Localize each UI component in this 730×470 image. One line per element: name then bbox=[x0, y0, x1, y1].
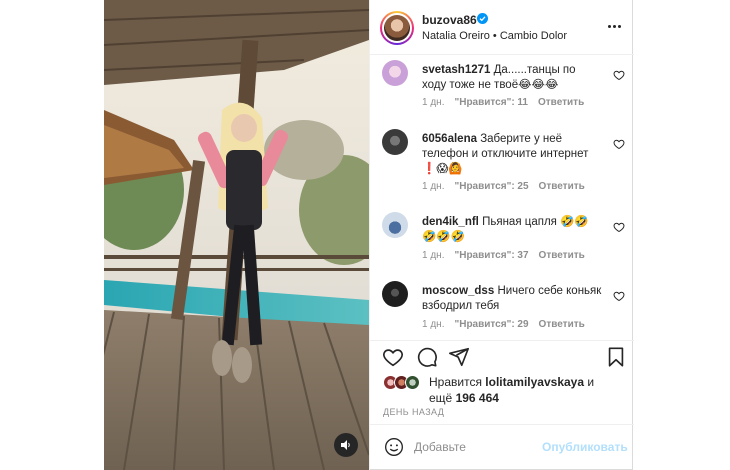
comment-age: 1 дн. bbox=[422, 97, 445, 108]
comment-username[interactable]: svetash1271 bbox=[422, 64, 490, 76]
instagram-post-modal: buzova86 Natalia Oreiro • Cambio Dolor s… bbox=[104, 0, 634, 470]
author-username[interactable]: buzova86 bbox=[422, 13, 477, 27]
bookmark-icon[interactable] bbox=[605, 346, 627, 368]
comment-meta: 1 дн. "Нравится": 37 Ответить bbox=[422, 250, 595, 261]
post-header: buzova86 Natalia Oreiro • Cambio Dolor bbox=[370, 0, 634, 55]
liker-avatars[interactable] bbox=[383, 375, 427, 391]
more-options-icon[interactable] bbox=[604, 18, 624, 34]
comment-likes[interactable]: "Нравится": 25 bbox=[454, 181, 528, 192]
comment-likes[interactable]: "Нравится": 37 bbox=[454, 250, 528, 261]
reply-button[interactable]: Ответить bbox=[539, 181, 585, 192]
post-sidebar: buzova86 Natalia Oreiro • Cambio Dolor s… bbox=[369, 0, 634, 470]
reply-button[interactable]: Ответить bbox=[539, 250, 585, 261]
comment-likes[interactable]: "Нравится": 11 bbox=[454, 97, 528, 108]
comment-input[interactable] bbox=[414, 437, 534, 457]
comments-list: svetash1271 Да......танцы по ходу тоже н… bbox=[370, 55, 634, 340]
comment-meta: 1 дн. "Нравится": 25 Ответить bbox=[422, 181, 595, 192]
avatar-image bbox=[384, 15, 410, 41]
author-avatar[interactable] bbox=[380, 11, 414, 45]
likes-more-prefix: ещё bbox=[429, 391, 453, 405]
video-frame bbox=[104, 0, 369, 470]
reply-button[interactable]: Ответить bbox=[539, 319, 585, 330]
verified-badge-icon bbox=[477, 13, 488, 24]
audio-track-link[interactable]: Natalia Oreiro • Cambio Dolor bbox=[422, 30, 567, 42]
comment-like-heart-icon[interactable] bbox=[613, 221, 625, 233]
likes-count[interactable]: 196 464 bbox=[456, 391, 499, 405]
comment-like-heart-icon[interactable] bbox=[613, 138, 625, 150]
likes-prefix: Нравится bbox=[429, 375, 482, 389]
comment-avatar[interactable] bbox=[382, 129, 408, 155]
publish-button[interactable]: Опубликовать bbox=[542, 440, 628, 454]
comment-likes[interactable]: "Нравится": 29 bbox=[454, 319, 528, 330]
comment-meta: 1 дн. "Нравится": 29 Ответить bbox=[422, 319, 595, 330]
share-icon[interactable] bbox=[448, 346, 470, 368]
liker-username[interactable]: lolitamilyavskaya bbox=[485, 375, 584, 389]
heart-icon[interactable] bbox=[382, 346, 404, 368]
comment-like-heart-icon[interactable] bbox=[613, 290, 625, 302]
emoji-icon[interactable] bbox=[384, 437, 404, 457]
likes-conjunction: и bbox=[587, 375, 595, 389]
comment-meta: 1 дн. "Нравится": 11 Ответить bbox=[422, 97, 594, 108]
comment-username[interactable]: den4ik_nfl bbox=[422, 216, 479, 228]
comment-username[interactable]: moscow_dss bbox=[422, 285, 494, 297]
comment-avatar[interactable] bbox=[382, 212, 408, 238]
comment-avatar[interactable] bbox=[382, 60, 408, 86]
reply-button[interactable]: Ответить bbox=[538, 97, 584, 108]
sound-toggle-button[interactable] bbox=[334, 433, 358, 457]
comment-avatar[interactable] bbox=[382, 281, 408, 307]
comment-like-heart-icon[interactable] bbox=[613, 69, 625, 81]
comment-icon[interactable] bbox=[416, 346, 438, 368]
comment-age: 1 дн. bbox=[422, 319, 445, 330]
post-timestamp[interactable]: ДЕНЬ НАЗАД bbox=[383, 407, 444, 417]
post-video[interactable] bbox=[104, 0, 369, 470]
speaker-icon bbox=[341, 440, 350, 450]
add-comment-bar: Опубликовать bbox=[370, 424, 634, 470]
comment-username[interactable]: 6056alena bbox=[422, 133, 477, 145]
comment-age: 1 дн. bbox=[422, 181, 445, 192]
comment-age: 1 дн. bbox=[422, 250, 445, 261]
